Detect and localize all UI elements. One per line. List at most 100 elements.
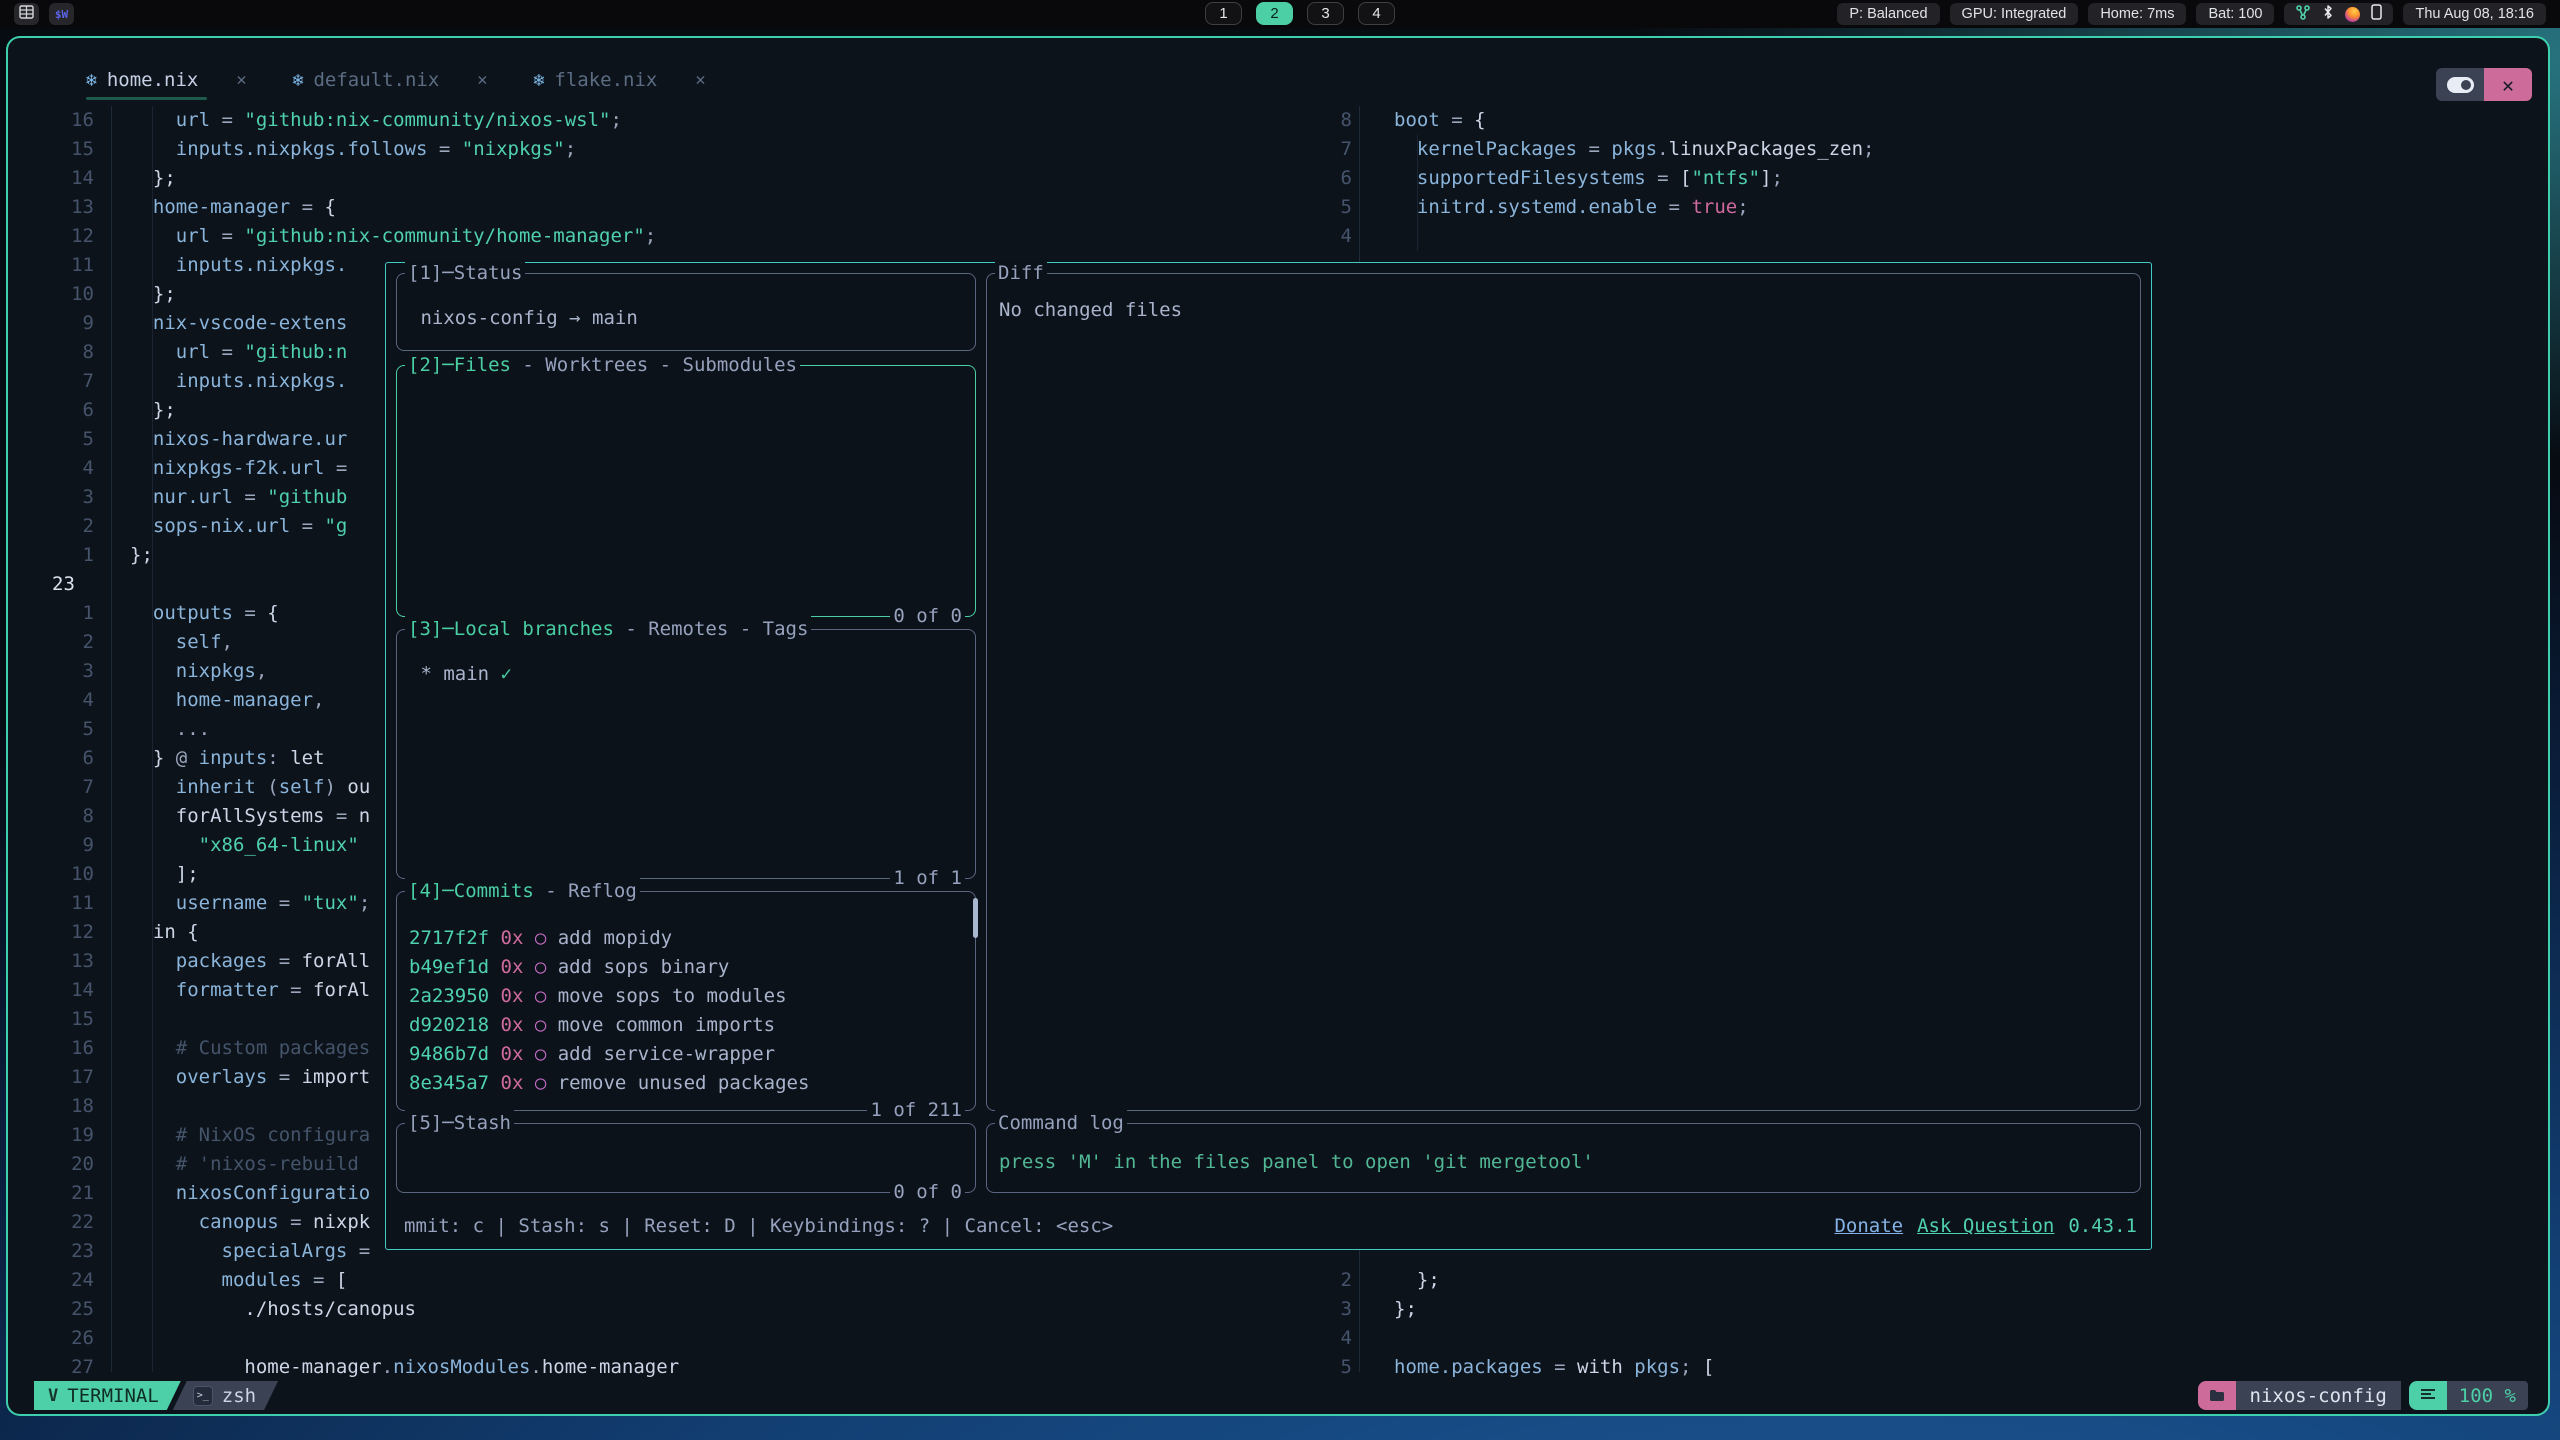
ask-question-link[interactable]: Ask Question: [1917, 1215, 2054, 1237]
commit-row[interactable]: b49ef1d 0x ○ add sops binary: [409, 953, 729, 982]
topbar-right-group: P: BalancedGPU: IntegratedHome: 7msBat: …: [1837, 3, 2546, 25]
lazygit-options-line: mmit: c | Stash: s | Reset: D | Keybindi…: [404, 1212, 1113, 1241]
tab-close-icon[interactable]: ✕: [477, 70, 487, 90]
project-label: nixos-config: [2236, 1381, 2401, 1410]
line-number: 4: [1298, 1324, 1352, 1353]
status-content: nixos-config → main: [409, 304, 965, 333]
nix-snowflake-icon: ❄: [534, 70, 545, 91]
panel-title: Command log: [995, 1110, 1127, 1137]
lazygit-stash-panel[interactable]: [5]─Stash 0 of 0: [396, 1123, 976, 1193]
line-number: 5: [1298, 193, 1352, 222]
window-close-button[interactable]: ✕: [2484, 68, 2532, 101]
code-line[interactable]: 3};: [8, 1295, 2548, 1324]
workspace-switcher: 1234: [1205, 2, 1395, 25]
panel-title: Diff: [995, 260, 1047, 287]
scroll-percent: 100 %: [2447, 1381, 2528, 1410]
status-pill-3: Bat: 100: [2196, 3, 2274, 25]
line-number: 3: [1298, 1295, 1352, 1324]
lazygit-commits-panel[interactable]: [4]─Commits - Reflog 2717f2f 0x ○ add mo…: [396, 891, 976, 1111]
tab-close-icon[interactable]: ✕: [236, 70, 246, 90]
line-number: 6: [1298, 164, 1352, 193]
phone-icon[interactable]: [2371, 4, 2382, 24]
code-line[interactable]: 5 initrd.systemd.enable = true;: [8, 193, 2548, 222]
donate-link[interactable]: Donate: [1834, 1215, 1903, 1237]
lazygit-status-panel[interactable]: [1]─Status nixos-config → main: [396, 273, 976, 351]
folder-segment: [2198, 1381, 2236, 1410]
panel-title: [2]─Files - Worktrees - Submodules: [405, 352, 800, 379]
workspace-button-3[interactable]: 3: [1307, 2, 1344, 25]
line-text: kernelPackages = pkgs.linuxPackages_zen;: [1394, 135, 1875, 164]
topbar-left-group: $W: [14, 3, 74, 25]
panel-title: [4]─Commits - Reflog: [405, 878, 640, 905]
commit-row[interactable]: 9486b7d 0x ○ add service-wrapper: [409, 1040, 775, 1069]
apps-grid-icon: [19, 5, 34, 24]
shell-label: zsh: [222, 1385, 256, 1407]
tab-home.nix[interactable]: ❄home.nix✕: [86, 69, 247, 91]
code-line[interactable]: 4: [8, 222, 2548, 251]
panel-title: [3]─Local branches - Remotes - Tags: [405, 616, 811, 643]
vim-icon: V: [48, 1386, 58, 1406]
code-line[interactable]: 2 };: [8, 1266, 2548, 1295]
nix-snowflake-icon: ❄: [86, 70, 97, 91]
toggle-knob-icon: [2447, 77, 2474, 93]
lazygit-float: [1]─Status nixos-config → main [2]─Files…: [385, 262, 2152, 1250]
line-number: 5: [1298, 1353, 1352, 1382]
lazygit-diff-panel[interactable]: Diff No changed files: [986, 273, 2141, 1111]
lines-segment: [2409, 1381, 2447, 1410]
tab-flake.nix[interactable]: ❄flake.nix✕: [534, 69, 706, 91]
lazygit-links: Donate Ask Question 0.43.1: [1834, 1212, 2137, 1241]
nix-snowflake-icon: ❄: [293, 70, 304, 91]
panel-count: 0 of 0: [890, 603, 965, 630]
tab-close-icon[interactable]: ✕: [695, 70, 705, 90]
line-number: 8: [1298, 106, 1352, 135]
commit-row[interactable]: 8e345a7 0x ○ remove unused packages: [409, 1069, 809, 1098]
shell-segment: >_ zsh: [173, 1381, 278, 1410]
panel-count: 1 of 211: [867, 1097, 965, 1124]
commit-row[interactable]: 2a23950 0x ○ move sops to modules: [409, 982, 787, 1011]
workspace-button-2[interactable]: 2: [1256, 2, 1293, 25]
line-text: initrd.systemd.enable = true;: [1394, 193, 1749, 222]
status-pill-1: GPU: Integrated: [1950, 3, 2079, 25]
lazygit-version: 0.43.1: [2068, 1215, 2137, 1237]
command-log-content: press 'M' in the files panel to open 'gi…: [999, 1148, 2130, 1177]
code-line[interactable]: 7 kernelPackages = pkgs.linuxPackages_ze…: [8, 135, 2548, 164]
branch-row[interactable]: * main ✓: [409, 660, 965, 689]
line-number: 4: [1298, 222, 1352, 251]
tab-default.nix[interactable]: ❄ default.nix ✕: [293, 69, 488, 91]
line-text: };: [1394, 1266, 1440, 1295]
panel-count: 0 of 0: [890, 1179, 965, 1206]
line-text: home.packages = with pkgs; [: [1394, 1353, 1714, 1382]
bluetooth-icon[interactable]: [2322, 4, 2334, 24]
tab-label: default.nix: [313, 69, 439, 91]
lazygit-branches-panel[interactable]: [3]─Local branches - Remotes - Tags * ma…: [396, 629, 976, 879]
workspace-button-1[interactable]: 1: [1205, 2, 1242, 25]
workspace-app-button[interactable]: $W: [49, 3, 74, 25]
lazygit-command-log-panel[interactable]: Command log press 'M' in the files panel…: [986, 1123, 2141, 1193]
check-icon: ✓: [501, 663, 512, 685]
code-line[interactable]: 4: [8, 1324, 2548, 1353]
mode-label: TERMINAL: [67, 1385, 159, 1407]
launcher-button[interactable]: [14, 3, 39, 25]
terminal-prompt-icon: >_: [193, 1386, 213, 1406]
commits-scrollbar[interactable]: [973, 898, 978, 938]
branch-icon[interactable]: [2295, 4, 2311, 24]
top-status-bar: $W 1234 P: BalancedGPU: IntegratedHome: …: [0, 0, 2560, 28]
code-line[interactable]: 5 home.packages = with pkgs; [: [8, 1353, 2548, 1382]
firefox-icon[interactable]: [2345, 7, 2360, 22]
lazygit-files-panel[interactable]: [2]─Files - Worktrees - Submodules 0 of …: [396, 365, 976, 617]
commit-row[interactable]: 2717f2f 0x ○ add mopidy: [409, 924, 672, 953]
system-tray[interactable]: [2284, 3, 2393, 25]
status-pill-2: Home: 7ms: [2088, 3, 2186, 25]
line-number: 2: [1298, 1266, 1352, 1295]
panel-title: [1]─Status: [405, 260, 525, 287]
commit-row[interactable]: d920218 0x ○ move common imports: [409, 1011, 775, 1040]
statusline: V TERMINAL >_ zsh nixos-config 100 %: [8, 1381, 2548, 1410]
workspace-button-4[interactable]: 4: [1358, 2, 1395, 25]
code-line[interactable]: 8boot = {: [8, 106, 2548, 135]
toggle-button[interactable]: [2436, 68, 2484, 101]
code-line[interactable]: 6 supportedFilesystems = ["ntfs"];: [8, 164, 2548, 193]
line-text: };: [1394, 1295, 1417, 1324]
mode-segment: V TERMINAL: [34, 1381, 181, 1410]
line-text: supportedFilesystems = ["ntfs"];: [1394, 164, 1783, 193]
terminal-window: ❄home.nix✕❄default.nix✕❄flake.nix✕ ✕ 16 …: [8, 38, 2548, 1414]
